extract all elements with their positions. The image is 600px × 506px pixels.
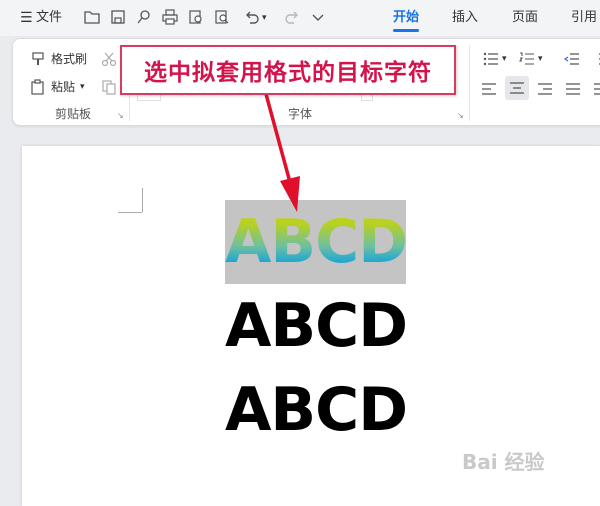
- bullet-list-icon[interactable]: [483, 52, 499, 66]
- align-center-button[interactable]: [505, 76, 529, 100]
- document-text-line[interactable]: ABCD: [225, 368, 408, 452]
- tab-reference[interactable]: 引用: [571, 8, 597, 28]
- title-menu-bar: ☰ 文件 ▾ 开始 插入 页面 引用: [0, 0, 600, 36]
- numbered-dropdown-icon[interactable]: ▾: [538, 51, 543, 67]
- save-icon[interactable]: [110, 9, 126, 25]
- undo-icon[interactable]: [244, 9, 260, 25]
- selected-target-text[interactable]: ABCD: [225, 200, 408, 284]
- cut-icon[interactable]: [101, 51, 117, 67]
- redo-icon[interactable]: [284, 9, 300, 25]
- open-folder-icon[interactable]: [84, 9, 100, 25]
- distributed-align-icon[interactable]: [593, 82, 600, 96]
- export-icon[interactable]: [136, 9, 152, 25]
- print-preview-icon[interactable]: [188, 9, 204, 25]
- paste-icon: [31, 79, 44, 95]
- align-center-icon: [510, 82, 524, 94]
- increase-indent-icon[interactable]: [593, 52, 600, 66]
- tab-page[interactable]: 页面: [512, 8, 538, 28]
- undo-dropdown-icon[interactable]: ▾: [262, 9, 267, 27]
- margin-corner-mark: [118, 212, 142, 213]
- paste-button[interactable]: 粘贴: [51, 79, 75, 95]
- file-menu[interactable]: 文件: [36, 9, 62, 27]
- align-right-icon[interactable]: [537, 82, 553, 96]
- justify-icon[interactable]: [565, 82, 581, 96]
- find-icon[interactable]: [214, 9, 230, 25]
- format-painter-icon: [32, 52, 44, 65]
- font-group-label: 字体: [288, 107, 313, 121]
- tab-home[interactable]: 开始: [393, 8, 419, 28]
- numbered-list-icon[interactable]: [519, 52, 535, 66]
- print-icon[interactable]: [162, 9, 178, 25]
- clipboard-launcher-icon[interactable]: ↘: [117, 111, 124, 120]
- margin-corner-mark: [142, 188, 143, 212]
- decrease-indent-icon[interactable]: [564, 52, 580, 66]
- bullet-dropdown-icon[interactable]: ▾: [502, 51, 507, 67]
- annotation-callout: 选中拟套用格式的目标字符: [120, 45, 456, 95]
- active-tab-indicator: [393, 29, 419, 32]
- document-text-line[interactable]: ABCD: [225, 284, 408, 368]
- paste-dropdown-icon[interactable]: ▾: [80, 79, 85, 95]
- more-chevron-icon[interactable]: [310, 9, 326, 25]
- watermark-logo: Bai 经验: [462, 450, 545, 474]
- clipboard-group-label: 剪贴板: [55, 107, 92, 121]
- copy-icon[interactable]: [101, 79, 117, 95]
- format-painter-button[interactable]: 格式刷: [51, 51, 87, 67]
- tab-insert[interactable]: 插入: [452, 8, 478, 28]
- callout-text: 选中拟套用格式的目标字符: [144, 60, 432, 86]
- font-launcher-icon[interactable]: ↘: [457, 111, 464, 120]
- align-left-icon[interactable]: [481, 82, 497, 96]
- group-separator: [469, 45, 470, 121]
- main-menu-icon[interactable]: ☰: [20, 9, 33, 27]
